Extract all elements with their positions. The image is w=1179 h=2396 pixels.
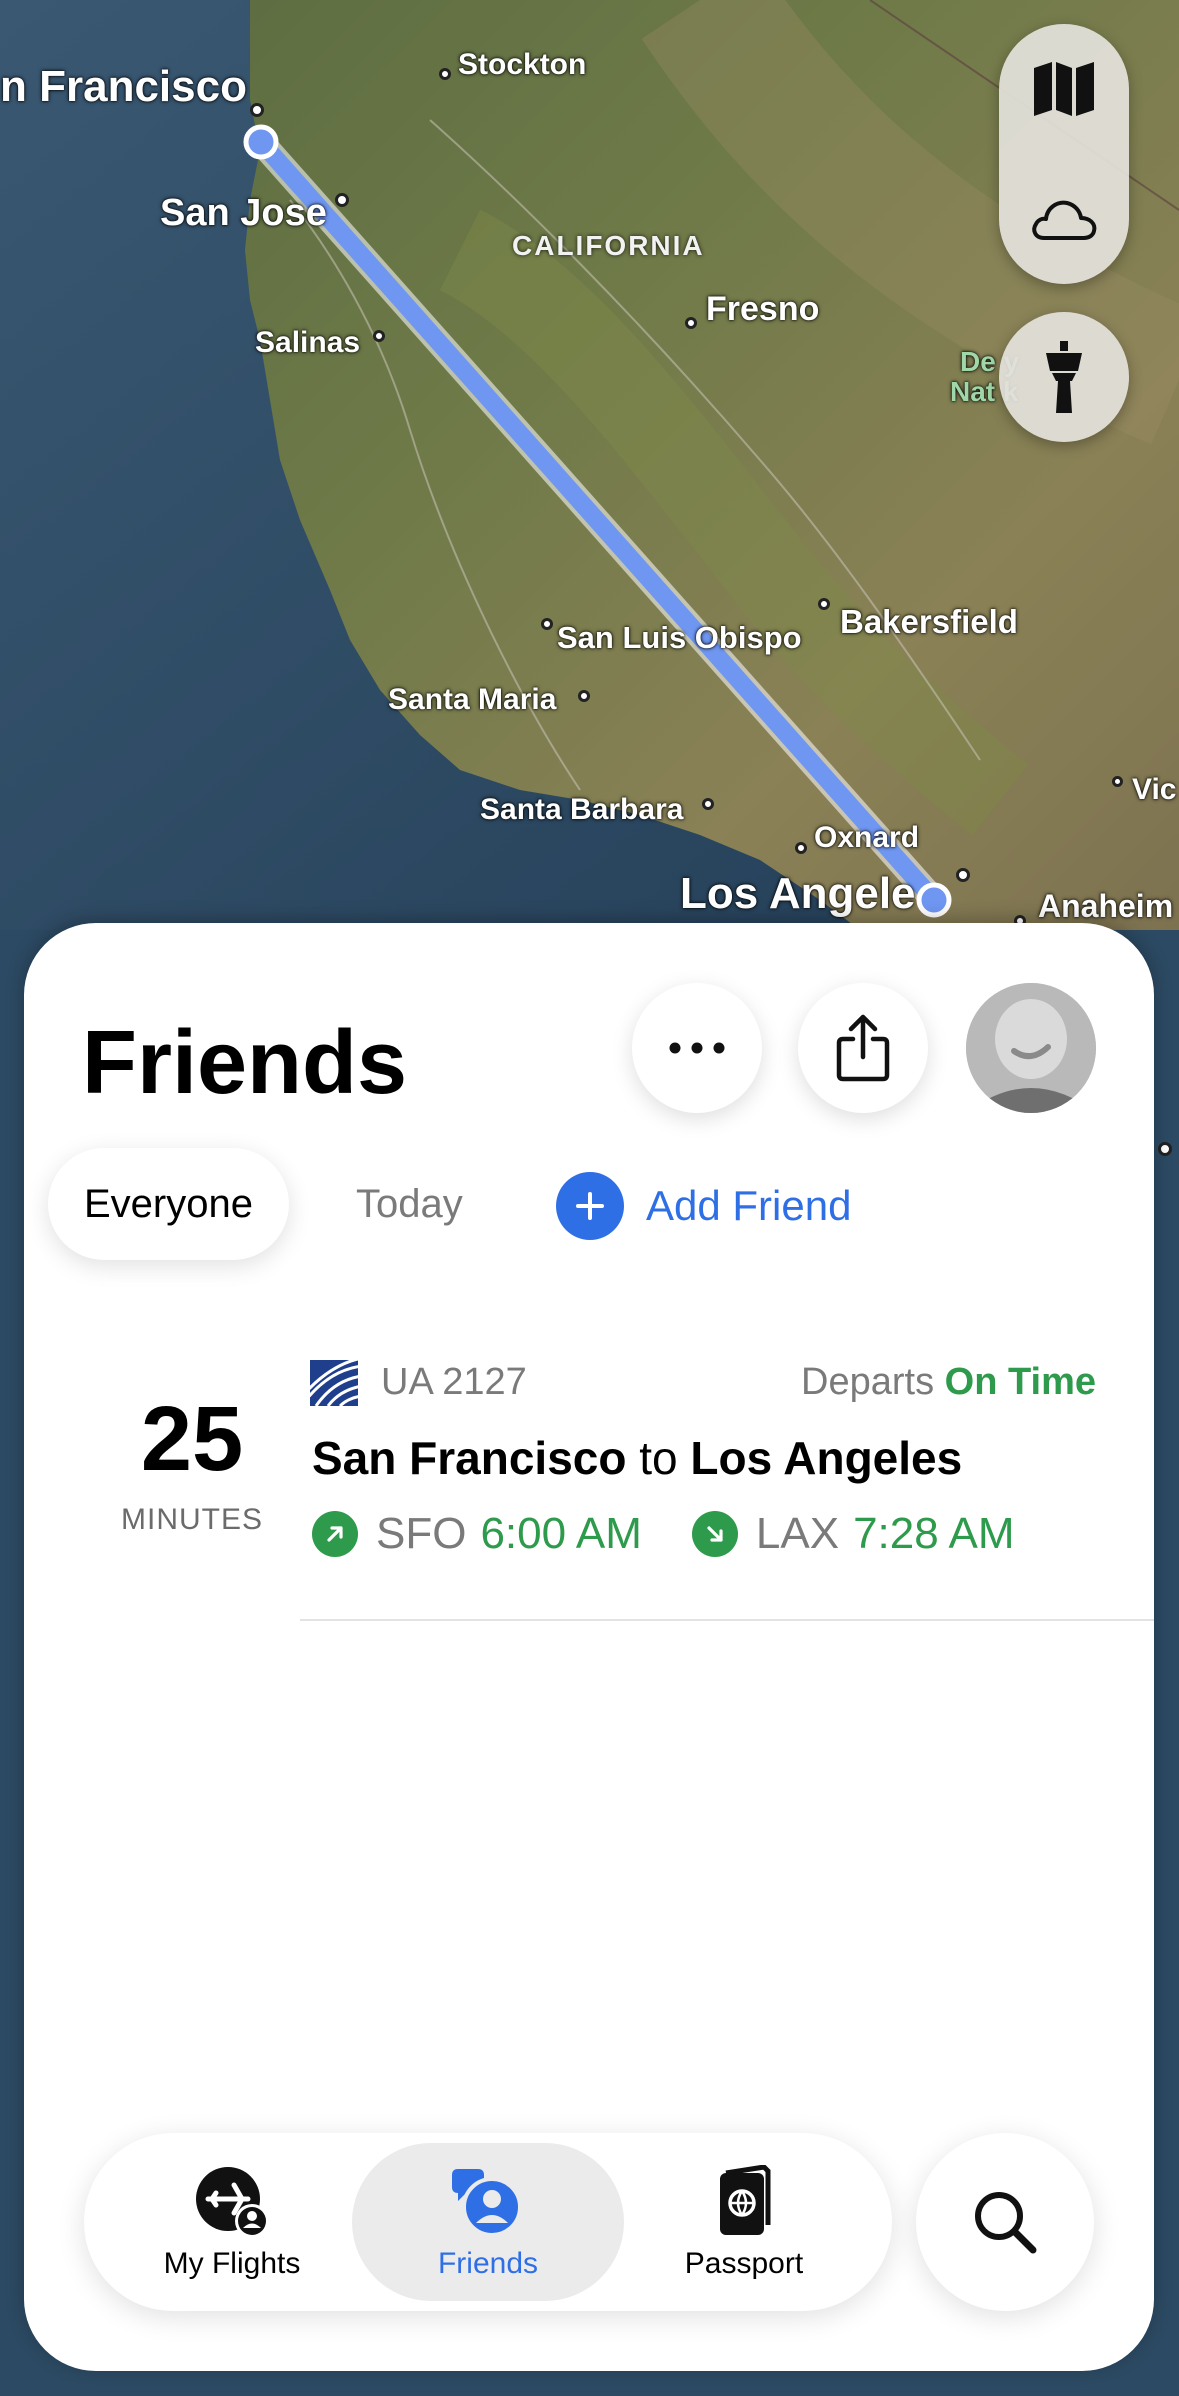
search-button[interactable] <box>916 2133 1094 2311</box>
city-label-santa-barbara[interactable]: Santa Barbara <box>480 795 683 825</box>
avatar[interactable] <box>966 983 1096 1113</box>
destination-city: Los Angeles <box>690 1432 963 1484</box>
friends-icon <box>452 2169 522 2237</box>
profile-placeholder-icon <box>966 983 1096 1113</box>
city-label-san-luis-obispo[interactable]: San Luis Obispo <box>557 622 802 653</box>
my-flights-icon <box>196 2167 269 2238</box>
status-badge: On Time <box>944 1361 1096 1403</box>
origin-code: SFO <box>376 1509 467 1558</box>
city-label-los-angeles[interactable]: Los Angele <box>680 872 916 916</box>
weather-button[interactable] <box>999 154 1129 284</box>
share-icon <box>836 1014 890 1082</box>
plus-icon <box>556 1172 624 1240</box>
region-label: CALIFORNIA <box>512 230 705 261</box>
add-friend-button[interactable]: Add Friend <box>556 1172 851 1240</box>
flight-times: SFO 6:00 AM LAX 7:28 AM <box>312 1509 1015 1559</box>
countdown-unit: MINUTES <box>121 1503 263 1536</box>
search-icon <box>975 2192 1037 2254</box>
cloud-icon <box>1032 200 1097 240</box>
tab-my-flights[interactable]: My Flights <box>96 2143 368 2301</box>
flight-route-title: San Francisco to Los Angeles <box>312 1431 962 1485</box>
city-label-bakersfield[interactable]: Bakersfield <box>840 605 1018 638</box>
destination-code: LAX <box>755 1509 840 1558</box>
arrival-arrow-icon <box>691 1511 738 1557</box>
tab-friends[interactable]: Friends <box>352 2143 624 2301</box>
ellipsis-icon <box>669 1042 725 1054</box>
city-dot <box>1158 1142 1172 1156</box>
departure-arrow-icon <box>312 1511 358 1557</box>
friends-sheet: Friends Everyone Today Add Friend 25 MIN… <box>24 923 1154 2371</box>
control-tower-icon <box>1046 341 1082 413</box>
destination-marker <box>916 882 952 918</box>
city-label-san-francisco[interactable]: n Francisco <box>0 65 247 109</box>
city-label-anaheim[interactable]: Anaheim <box>1038 890 1173 922</box>
city-label-salinas[interactable]: Salinas <box>255 328 360 358</box>
city-dot <box>1112 776 1123 787</box>
countdown-value: 25 <box>140 1388 244 1490</box>
more-options-button[interactable] <box>632 983 762 1113</box>
city-label-victorville[interactable]: Vic <box>1132 775 1177 805</box>
tab-bar: My Flights Friends Passport <box>84 2133 892 2311</box>
city-label-santa-maria[interactable]: Santa Maria <box>388 685 556 715</box>
city-dot <box>578 690 590 702</box>
map-icon <box>1034 62 1094 116</box>
city-dot <box>335 193 349 207</box>
city-label-stockton[interactable]: Stockton <box>458 50 586 80</box>
divider <box>300 1619 1154 1621</box>
tab-label: Friends <box>437 2247 539 2280</box>
tab-label: Passport <box>684 2247 804 2280</box>
filter-everyone[interactable]: Everyone <box>48 1148 289 1260</box>
flight-number: UA 2127 <box>381 1361 527 1403</box>
route-connector: to <box>639 1432 678 1484</box>
city-dot <box>818 598 830 610</box>
origin-marker <box>243 124 279 160</box>
status-prefix: Departs <box>801 1361 935 1403</box>
filter-today[interactable]: Today <box>320 1148 499 1260</box>
tab-passport[interactable]: Passport <box>608 2143 880 2301</box>
united-airlines-globe-icon <box>310 1360 358 1406</box>
city-label-san-jose[interactable]: San Jose <box>160 194 327 232</box>
city-dot <box>373 330 385 342</box>
passport-icon <box>720 2165 771 2235</box>
departure-status: Departs On Time <box>801 1361 1096 1404</box>
city-dot <box>795 842 807 854</box>
share-button[interactable] <box>798 983 928 1113</box>
city-dot <box>250 103 264 117</box>
tab-label: My Flights <box>163 2247 301 2280</box>
map-mode-button[interactable] <box>999 24 1129 154</box>
add-friend-label: Add Friend <box>646 1182 852 1229</box>
map-controls-group <box>999 24 1129 284</box>
city-label-oxnard[interactable]: Oxnard <box>814 823 919 853</box>
city-dot <box>541 618 553 630</box>
city-dot <box>702 798 714 810</box>
arrival-time: 7:28 AM <box>853 1509 1015 1558</box>
city-label-fresno[interactable]: Fresno <box>706 292 819 326</box>
departure-time: 6:00 AM <box>480 1509 642 1558</box>
city-dot <box>685 317 697 329</box>
city-dot <box>956 868 970 882</box>
airport-button[interactable] <box>999 312 1129 442</box>
page-title: Friends <box>82 1013 408 1113</box>
origin-city: San Francisco <box>312 1432 627 1484</box>
city-dot <box>439 68 451 80</box>
